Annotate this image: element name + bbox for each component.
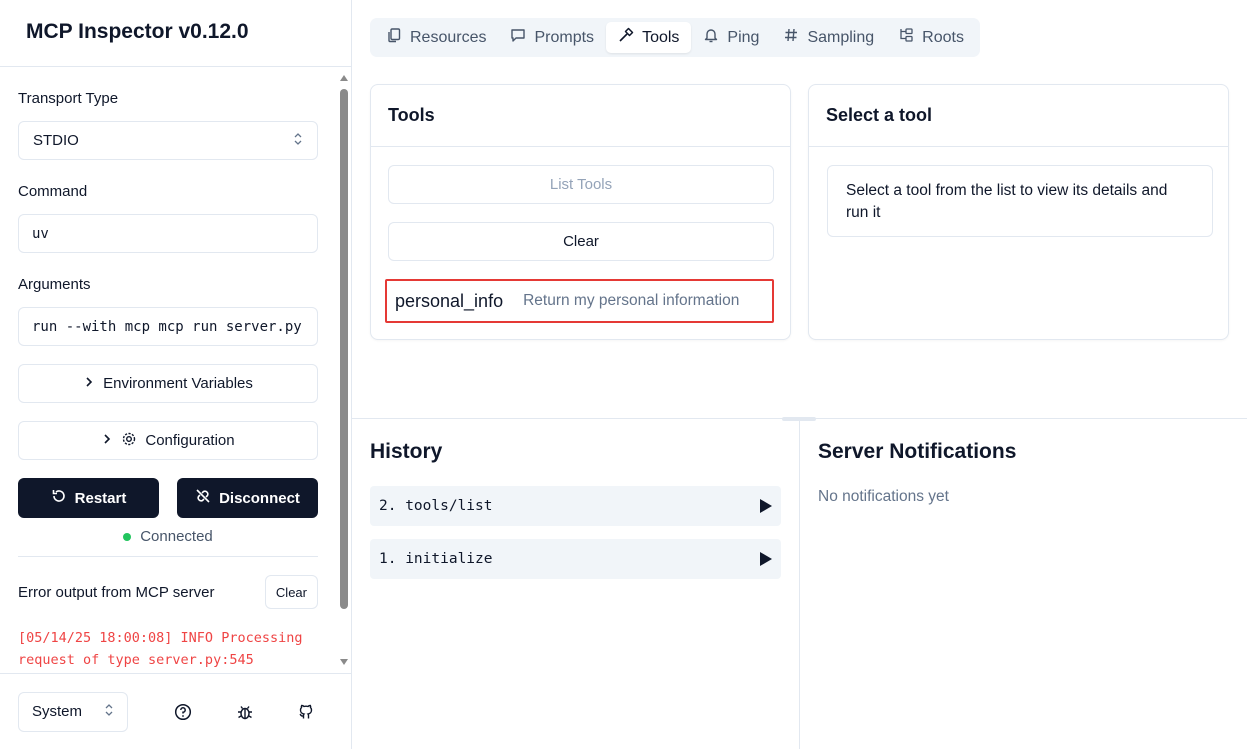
message-icon — [510, 27, 526, 48]
history-title: History — [370, 440, 443, 463]
list-tools-label: List Tools — [549, 176, 613, 193]
connection-status: Connected — [18, 528, 318, 545]
sidebar-footer: System — [0, 673, 351, 749]
notifications-empty-message: No notifications yet — [818, 488, 949, 505]
history-item-label: 1. initialize — [379, 551, 493, 567]
command-label: Command — [18, 183, 88, 200]
tab-bar: Resources Prompts Tools Ping Sampling Ro… — [370, 18, 980, 57]
history-item[interactable]: 2. tools/list — [370, 486, 781, 526]
error-output-header: Error output from MCP server Clear — [18, 575, 318, 609]
transport-type-value: STDIO — [33, 132, 79, 149]
tools-panel: Tools List Tools Clear personal_info Ret… — [370, 84, 791, 340]
clear-tools-button[interactable]: Clear — [388, 222, 774, 261]
error-output-log: [05/14/25 18:00:08] INFO Processing requ… — [18, 627, 328, 671]
help-icon[interactable] — [173, 702, 193, 722]
list-tools-button[interactable]: List Tools — [388, 165, 774, 204]
tool-detail-title: Select a tool — [809, 85, 1228, 147]
clear-tools-label: Clear — [563, 233, 599, 250]
tab-label: Sampling — [807, 28, 875, 46]
expand-arrow-icon[interactable] — [760, 552, 772, 566]
tab-ping[interactable]: Ping — [691, 22, 771, 53]
bell-icon — [703, 27, 719, 48]
theme-value: System — [32, 703, 83, 720]
unplug-icon — [195, 488, 211, 508]
error-log-line: request of type server.py:545 — [18, 652, 254, 668]
tool-detail-message: Select a tool from the list to view its … — [827, 165, 1213, 237]
tab-roots[interactable]: Roots — [886, 22, 976, 53]
tab-label: Prompts — [534, 28, 595, 46]
transport-type-label: Transport Type — [18, 90, 119, 107]
tool-list-item[interactable]: personal_info Return my personal informa… — [385, 279, 774, 323]
chevron-up-down-icon — [293, 132, 303, 150]
configuration-button[interactable]: Configuration — [18, 421, 318, 460]
tab-sampling[interactable]: Sampling — [771, 22, 886, 53]
tool-name: personal_info — [395, 290, 504, 311]
sidebar-header: MCP Inspector v0.12.0 — [0, 0, 351, 67]
tab-prompts[interactable]: Prompts — [498, 22, 606, 53]
divider — [18, 556, 318, 557]
sidebar-scrollbar[interactable] — [337, 67, 351, 673]
chevron-up-down-icon — [104, 703, 114, 721]
github-icon[interactable] — [296, 702, 316, 722]
tab-label: Roots — [922, 28, 964, 46]
tool-detail-panel: Select a tool Select a tool from the lis… — [808, 84, 1229, 340]
chevron-right-icon — [83, 375, 95, 392]
folder-tree-icon — [898, 27, 914, 48]
sidebar: MCP Inspector v0.12.0 Transport Type STD… — [0, 0, 352, 749]
configuration-label: Configuration — [145, 432, 235, 449]
clear-error-button[interactable]: Clear — [264, 575, 318, 609]
app-title: MCP Inspector v0.12.0 — [26, 20, 249, 43]
status-label: Connected — [140, 528, 213, 545]
chevron-right-icon — [101, 432, 113, 449]
status-dot-icon — [123, 532, 132, 541]
tool-description: Return my personal information — [523, 292, 740, 309]
connection-settings: Transport Type STDIO Command uv Argument… — [0, 67, 336, 673]
hash-icon — [783, 27, 799, 48]
arguments-input[interactable]: run --with mcp mcp run server.py — [18, 307, 318, 346]
bottom-divider — [799, 419, 800, 749]
command-input[interactable]: uv — [18, 214, 318, 253]
error-log-line: [05/14/25 18:00:08] INFO Processing — [18, 630, 303, 646]
connection-actions: Restart Disconnect — [18, 478, 318, 518]
tab-tools[interactable]: Tools — [606, 22, 692, 53]
expand-arrow-icon[interactable] — [760, 499, 772, 513]
scroll-thumb[interactable] — [340, 89, 348, 609]
files-icon — [386, 27, 402, 48]
tools-panel-title: Tools — [371, 85, 790, 147]
disconnect-button[interactable]: Disconnect — [177, 478, 318, 518]
notifications-title: Server Notifications — [818, 440, 1017, 463]
history-item[interactable]: 1. initialize — [370, 539, 781, 579]
tab-label: Resources — [410, 28, 487, 46]
scroll-up-arrow-icon[interactable] — [340, 75, 348, 81]
disconnect-label: Disconnect — [219, 489, 300, 507]
theme-select[interactable]: System — [18, 691, 128, 732]
rotate-ccw-icon — [51, 488, 67, 508]
main-content: Resources Prompts Tools Ping Sampling Ro… — [352, 0, 1247, 749]
history-item-label: 2. tools/list — [379, 498, 493, 514]
bug-icon[interactable] — [235, 702, 255, 722]
error-output-label: Error output from MCP server — [18, 583, 215, 601]
tab-resources[interactable]: Resources — [374, 22, 498, 53]
scroll-down-arrow-icon[interactable] — [340, 659, 348, 665]
tab-label: Ping — [727, 28, 760, 46]
environment-variables-button[interactable]: Environment Variables — [18, 364, 318, 403]
arguments-label: Arguments — [18, 276, 91, 293]
transport-type-select[interactable]: STDIO — [18, 121, 318, 160]
restart-label: Restart — [74, 489, 127, 507]
environment-variables-label: Environment Variables — [103, 375, 253, 392]
tab-label: Tools — [642, 28, 680, 46]
gear-icon — [121, 431, 137, 451]
restart-button[interactable]: Restart — [18, 478, 159, 518]
hammer-icon — [618, 27, 634, 48]
